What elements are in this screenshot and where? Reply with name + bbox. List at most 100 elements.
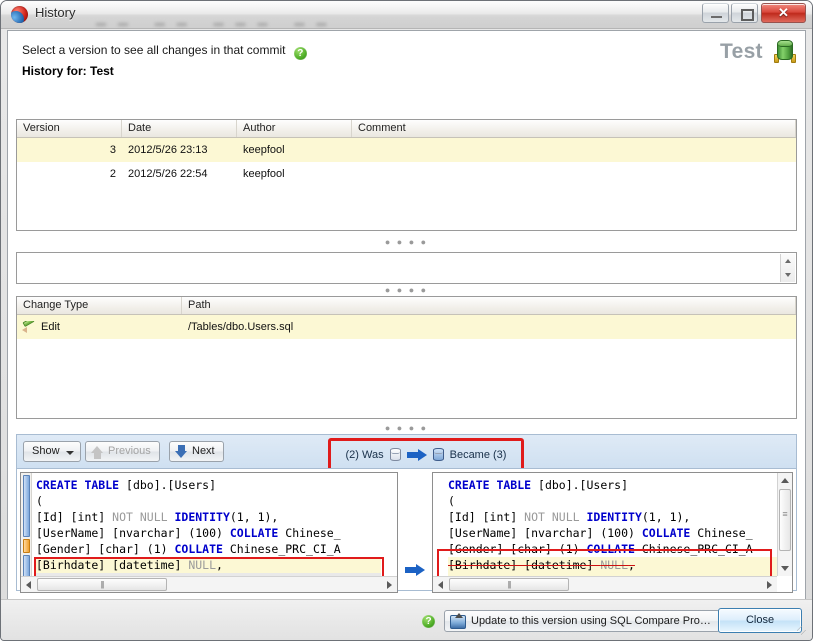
minimize-button[interactable] [702,3,729,23]
chevron-down-icon[interactable] [785,273,791,277]
code-line: [Gender] [char] (1) COLLATE Chinese_PRC_… [448,541,777,557]
chevron-down-icon [66,451,74,455]
splitter-bottom[interactable]: ● ● ● ● [16,423,797,433]
table-row[interactable]: 3 2012/5/26 23:13 keepfool [17,138,796,162]
table-row[interactable]: 2 2012/5/26 22:54 keepfool [17,162,796,186]
code-text-right[interactable]: CREATE TABLE [dbo].[Users]([Id] [int] NO… [444,473,777,576]
scroll-left-icon[interactable] [438,581,443,589]
arrow-down-icon [175,445,188,459]
diff-pane-left[interactable]: CREATE TABLE [dbo].[Users]([Id] [int] NO… [20,472,398,593]
resize-grip[interactable] [797,626,809,638]
hscroll-thumb[interactable] [449,578,569,591]
cell-author: keepfool [237,168,352,180]
diff-pane-right[interactable]: CREATE TABLE [dbo].[Users]([Id] [int] NO… [432,472,793,593]
history-window: History ▬▬ ▬▬ ▬▬▬ ▬▬ ✕ Select a version … [0,0,813,641]
previous-label: Previous [108,445,151,457]
title-bar[interactable]: History ▬▬ ▬▬ ▬▬▬ ▬▬ ✕ [1,1,812,29]
horizontal-scrollbar-left[interactable] [21,576,397,592]
author-column-header[interactable]: Author [237,120,352,137]
close-label: Close [746,614,774,626]
splitter-top[interactable]: ● ● ● ● [16,237,797,247]
code-line: CREATE TABLE [dbo].[Users] [36,477,381,493]
maximize-button[interactable] [731,3,758,23]
was-label: (2) Was [346,449,384,461]
change-grid-header: Change Type Path [17,297,796,315]
show-dropdown-button[interactable]: Show [23,441,81,462]
change-type-column-header[interactable]: Change Type [17,297,182,314]
was-became-indicator: (2) Was Became (3) [328,438,524,471]
help-icon[interactable]: ? [294,47,307,60]
hint-text: Select a version to see all changes in t… [22,43,307,60]
diff-link-column [401,469,429,590]
previous-button[interactable]: Previous [85,441,160,462]
hint-label: Select a version to see all changes in t… [22,43,285,57]
scroll-left-icon[interactable] [26,581,31,589]
comment-column-header[interactable]: Comment [352,120,796,137]
code-line: [Birhdate] [datetime] NULL, [36,557,381,573]
horizontal-scrollbar-right[interactable] [433,576,777,592]
code-line: [UserName] [nvarchar] (100) COLLATE Chin… [448,525,777,541]
scroll-right-icon[interactable] [767,581,772,589]
cell-version: 3 [17,144,122,156]
next-label: Next [192,445,215,457]
code-line: ( [36,493,381,509]
can-body [777,40,793,60]
code-line: [Id] [int] NOT NULL IDENTITY(1, 1), [36,509,381,525]
gutter-marker-change [23,539,30,553]
table-row[interactable]: Edit /Tables/dbo.Users.sql [17,315,796,339]
gutter-marker-context [23,475,30,537]
version-grid-body: 3 2012/5/26 23:13 keepfool 2 2012/5/26 2… [17,138,796,186]
cell-date: 2012/5/26 23:13 [122,144,237,156]
comment-input[interactable] [17,253,778,283]
cell-author: keepfool [237,144,352,156]
bottom-bar: ? Update to this version using SQL Compa… [1,599,812,640]
show-label: Show [32,445,60,457]
code-text-left[interactable]: CREATE TABLE [dbo].[Users]([Id] [int] NO… [32,473,381,576]
scroll-down-icon[interactable] [781,566,789,571]
version-grid-header: Version Date Author Comment [17,120,796,138]
close-icon: ✕ [762,4,805,22]
change-gutter-left[interactable] [21,473,32,592]
chevron-up-icon[interactable] [785,259,791,263]
header-region: Select a version to see all changes in t… [8,31,805,87]
close-button[interactable]: ✕ [761,3,806,23]
cell-date: 2012/5/26 22:54 [122,168,237,180]
next-button[interactable]: Next [169,441,224,462]
splitter-middle[interactable]: ● ● ● ● [16,285,797,295]
code-line: [Gender] [char] (1) COLLATE Chinese_PRC_… [36,541,381,557]
comment-scroll-spinner[interactable] [780,254,795,282]
redgate-logo-icon [11,6,28,23]
update-version-button[interactable]: Update to this version using SQL Compare… [444,610,720,632]
update-label: Update to this version using SQL Compare… [471,615,711,627]
became-label: Became (3) [450,449,507,461]
vertical-scrollbar-right[interactable] [777,473,792,576]
database-old-icon [390,448,401,461]
version-grid[interactable]: Version Date Author Comment 3 2012/5/26 … [16,119,797,231]
close-dialog-button[interactable]: Close [718,608,802,633]
scroll-up-icon[interactable] [781,478,789,483]
hscroll-thumb[interactable] [37,578,167,591]
pencil-edit-icon [23,321,36,332]
database-new-icon [433,448,444,461]
code-line: ( [448,493,777,509]
code-line: CREATE TABLE [dbo].[Users] [448,477,777,493]
date-column-header[interactable]: Date [122,120,237,137]
arrow-right-icon [407,449,427,461]
change-grid-body: Edit /Tables/dbo.Users.sql [17,315,796,339]
history-for-label: History for: Test [22,64,114,78]
cell-change-type: Edit [17,321,182,333]
comment-box[interactable] [16,252,797,284]
vscroll-thumb[interactable] [779,489,791,551]
change-grid[interactable]: Change Type Path Edit /Tables/dbo.Users.… [16,296,797,419]
diff-area: CREATE TABLE [dbo].[Users]([Id] [int] NO… [16,468,797,591]
window-title: History [35,5,75,20]
code-line: [Id] [int] NOT NULL IDENTITY(1, 1), [448,509,777,525]
scroll-right-icon[interactable] [387,581,392,589]
code-line: [UserName] [nvarchar] (100) COLLATE Chin… [36,525,381,541]
client-area: Select a version to see all changes in t… [7,30,806,600]
help-icon[interactable]: ? [422,615,435,628]
version-column-header[interactable]: Version [17,120,122,137]
path-column-header[interactable]: Path [182,297,796,314]
cell-version: 2 [17,168,122,180]
diff-toolbar: Show Previous Next (2) Was Became (3) [16,434,797,468]
